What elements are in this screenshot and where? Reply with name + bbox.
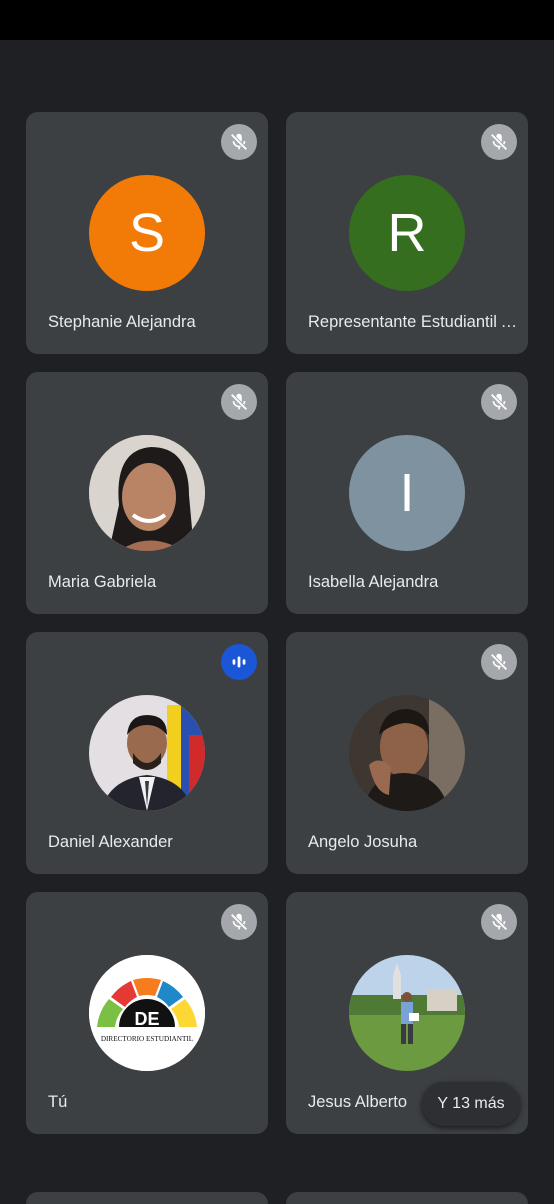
mic-off-icon[interactable] xyxy=(481,644,517,680)
participant-name: Isabella Alejandra xyxy=(308,573,439,591)
participant-tile-partial[interactable] xyxy=(26,1192,268,1204)
avatar-photo xyxy=(89,695,205,811)
participant-tile-partial[interactable] xyxy=(286,1192,528,1204)
participant-tile[interactable]: Maria Gabriela xyxy=(26,372,268,614)
mic-off-icon[interactable] xyxy=(481,904,517,940)
mic-off-icon[interactable] xyxy=(221,384,257,420)
participant-name: Representante Estudiantil A... xyxy=(308,313,518,331)
avatar-initial: I xyxy=(399,463,415,523)
participant-name: Tú xyxy=(48,1093,68,1111)
mic-off-icon[interactable] xyxy=(221,904,257,940)
avatar-initial: R xyxy=(387,203,427,263)
participant-tile[interactable]: I Isabella Alejandra xyxy=(286,372,528,614)
logo-text: DE xyxy=(134,1009,159,1029)
participant-name: Maria Gabriela xyxy=(48,573,157,591)
mic-off-icon[interactable] xyxy=(481,384,517,420)
participant-name: Daniel Alexander xyxy=(48,833,173,851)
person-photo-icon xyxy=(349,695,465,811)
more-participants-button[interactable]: Y 13 más xyxy=(422,1082,520,1126)
participant-name: Angelo Josuha xyxy=(308,833,418,851)
person-photo-icon xyxy=(89,435,205,551)
status-bar xyxy=(0,0,554,40)
avatar: R xyxy=(349,175,465,291)
directorio-estudiantil-logo: DE DIRECTORIO ESTUDIANTIL xyxy=(89,955,205,1071)
person-photo-icon xyxy=(349,955,465,1071)
avatar: S xyxy=(89,175,205,291)
participant-tile[interactable]: R Representante Estudiantil A... xyxy=(286,112,528,354)
avatar-photo xyxy=(89,435,205,551)
participant-tile[interactable]: S Stephanie Alejandra xyxy=(26,112,268,354)
participant-tile-self[interactable]: DE DIRECTORIO ESTUDIANTIL Tú xyxy=(26,892,268,1134)
participant-name: Stephanie Alejandra xyxy=(48,313,196,331)
mic-off-icon[interactable] xyxy=(481,124,517,160)
mic-off-icon[interactable] xyxy=(221,124,257,160)
participant-tile[interactable]: Daniel Alexander xyxy=(26,632,268,874)
avatar: I xyxy=(349,435,465,551)
logo-icon: DE DIRECTORIO ESTUDIANTIL xyxy=(89,955,205,1071)
logo-caption: DIRECTORIO ESTUDIANTIL xyxy=(101,1035,193,1043)
participant-tile[interactable]: Angelo Josuha xyxy=(286,632,528,874)
speaking-indicator-icon xyxy=(221,644,257,680)
avatar-photo xyxy=(349,955,465,1071)
avatar-photo xyxy=(349,695,465,811)
person-photo-icon xyxy=(89,695,205,811)
avatar-initial: S xyxy=(128,203,166,263)
